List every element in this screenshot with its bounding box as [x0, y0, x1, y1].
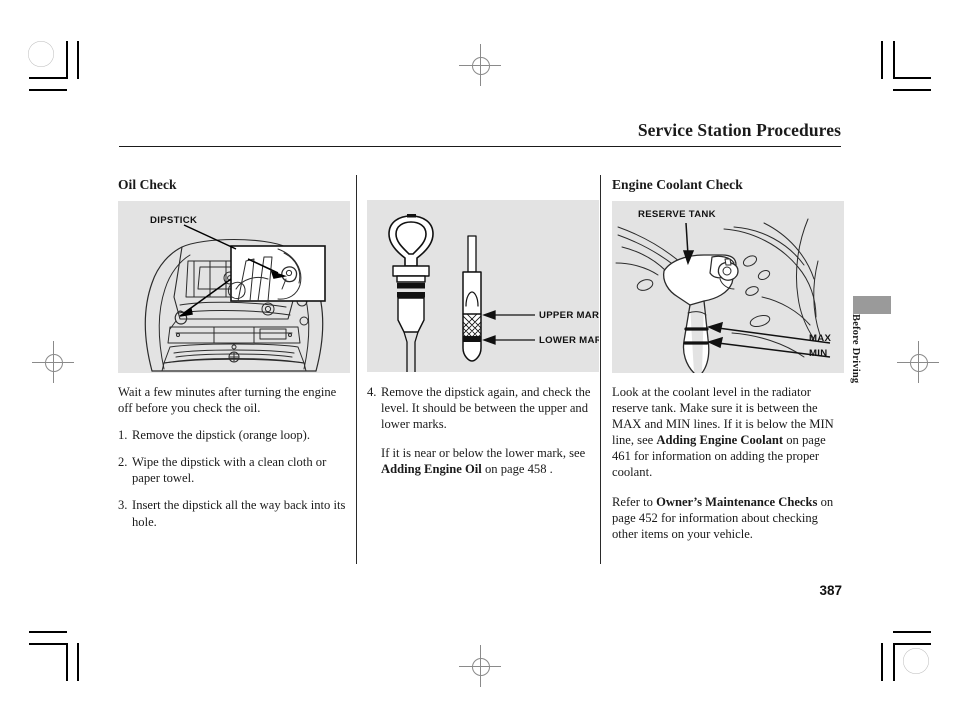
lower-mark-callout-label: LOWER MARK: [539, 335, 599, 346]
section-heading-oil-check: Oil Check: [118, 177, 177, 192]
registration-crosshair-mark: [32, 341, 74, 383]
maintenance-checks-paragraph: Refer to Owner’s Maintenance Checks on p…: [612, 494, 844, 542]
page-header: Service Station Procedures: [119, 120, 841, 147]
crop-mark: [881, 41, 883, 79]
step-text: Wipe the dipstick with a clean cloth or …: [132, 455, 327, 486]
crop-mark: [893, 41, 895, 79]
dipstick-blade: [462, 235, 482, 362]
column-divider: [600, 175, 601, 564]
reserve-tank-body: [662, 254, 739, 373]
crop-mark: [29, 631, 67, 633]
crop-mark: [893, 631, 931, 633]
list-item: 3. Insert the dipstick all the way back …: [118, 497, 350, 529]
column-dipstick-detail: UPPER MARK LOWER MARK 4. Remove the dips…: [367, 178, 599, 478]
dipstick-handle: [388, 214, 434, 267]
crop-mark: [29, 89, 67, 91]
crop-mark: [29, 77, 67, 79]
adding-engine-oil-paragraph: If it is near or below the lower mark, s…: [381, 445, 599, 477]
note-text-part: If it is near or below the lower mark, s…: [381, 446, 586, 461]
oil-check-intro: Wait a few minutes after turning the eng…: [118, 384, 350, 416]
column-divider: [356, 175, 357, 564]
upper-mark-leader: [482, 310, 535, 320]
header-rule: [119, 146, 841, 147]
step-number: 4.: [367, 385, 377, 399]
oring-band: [397, 283, 425, 289]
chapter-thumb-tab: [853, 296, 891, 314]
dipstick-detail-illustration: UPPER MARK LOWER MARK: [367, 200, 599, 372]
crop-mark: [893, 643, 895, 681]
step-text: Remove the dipstick (orange loop).: [132, 428, 311, 443]
crop-mark: [66, 41, 68, 79]
crop-mark: [29, 643, 67, 645]
note-text-part: on page 458 .: [481, 462, 553, 477]
coolant-reserve-tank-illustration: RESERVE TANK MAX MIN: [612, 200, 844, 373]
column-engine-coolant-check: Engine Coolant Check RESERVE TANK MAX MI…: [612, 177, 844, 542]
page-number: 387: [819, 583, 842, 598]
cross-reference-owners-maintenance-checks: Owner’s Maintenance Checks: [656, 494, 818, 509]
step-text: Insert the dipstick all the way back int…: [132, 498, 346, 529]
engine-bay-drawing: [144, 224, 326, 372]
column-oil-check: Oil Check DIPSTICK Wait a few minutes af…: [118, 177, 350, 530]
crop-mark: [893, 89, 931, 91]
coolant-level-paragraph: Look at the coolant level in the radiato…: [612, 384, 844, 481]
dipstick-steps: 4. Remove the dipstick again, and check …: [367, 384, 599, 432]
registration-crosshair-mark: [897, 341, 939, 383]
content-columns: Oil Check DIPSTICK Wait a few minutes af…: [118, 175, 848, 568]
crop-mark: [893, 643, 931, 645]
step-text: Remove the dipstick again, and check the…: [381, 385, 591, 432]
lower-mark-band: [463, 336, 481, 342]
dipstick-collar: [392, 265, 430, 283]
crop-mark: [66, 643, 68, 681]
body-text-part: Refer to: [612, 494, 657, 509]
chapter-thumb-tab-label: Before Driving: [850, 314, 861, 384]
registration-crosshair-mark: [459, 645, 501, 687]
oil-check-steps: 1. Remove the dipstick (orange loop). 2.…: [118, 427, 350, 530]
upper-mark-callout-label: UPPER MARK: [539, 310, 599, 321]
registration-target-mark: [28, 41, 54, 67]
list-item: 4. Remove the dipstick again, and check …: [367, 384, 599, 432]
cross-reference-adding-engine-oil: Adding Engine Oil: [381, 462, 482, 477]
adding-engine-oil-note: If it is near or below the lower mark, s…: [367, 445, 599, 477]
crop-mark: [77, 643, 79, 681]
cross-reference-adding-engine-coolant: Adding Engine Coolant: [656, 433, 784, 448]
list-item: 2. Wipe the dipstick with a clean cloth …: [118, 454, 350, 486]
reserve-tank-callout-label: RESERVE TANK: [638, 208, 716, 220]
registration-target-mark: [903, 648, 929, 674]
step-number: 1.: [118, 428, 128, 443]
oring-band: [397, 292, 425, 298]
dipstick-inset-detail: [227, 245, 326, 302]
oil-check-intro-paragraph: Wait a few minutes after turning the eng…: [118, 384, 337, 415]
section-heading-engine-coolant-check: Engine Coolant Check: [612, 177, 743, 192]
engine-bay-dipstick-illustration: DIPSTICK: [118, 200, 350, 373]
dipstick-drawing: [388, 214, 535, 372]
max-line-callout-label: MAX: [809, 332, 832, 344]
registration-crosshair-mark: [459, 44, 501, 86]
crop-mark: [893, 77, 931, 79]
step-number: 2.: [118, 455, 128, 470]
step-number: 3.: [118, 498, 128, 513]
list-item: 1. Remove the dipstick (orange loop).: [118, 427, 350, 443]
crop-mark: [77, 41, 79, 79]
page-title: Service Station Procedures: [637, 120, 841, 140]
coolant-check-body: Look at the coolant level in the radiato…: [612, 384, 844, 542]
min-line-callout-label: MIN: [809, 347, 828, 359]
crop-mark: [881, 643, 883, 681]
dipstick-callout-label: DIPSTICK: [150, 214, 198, 226]
lower-mark-leader: [482, 335, 535, 345]
